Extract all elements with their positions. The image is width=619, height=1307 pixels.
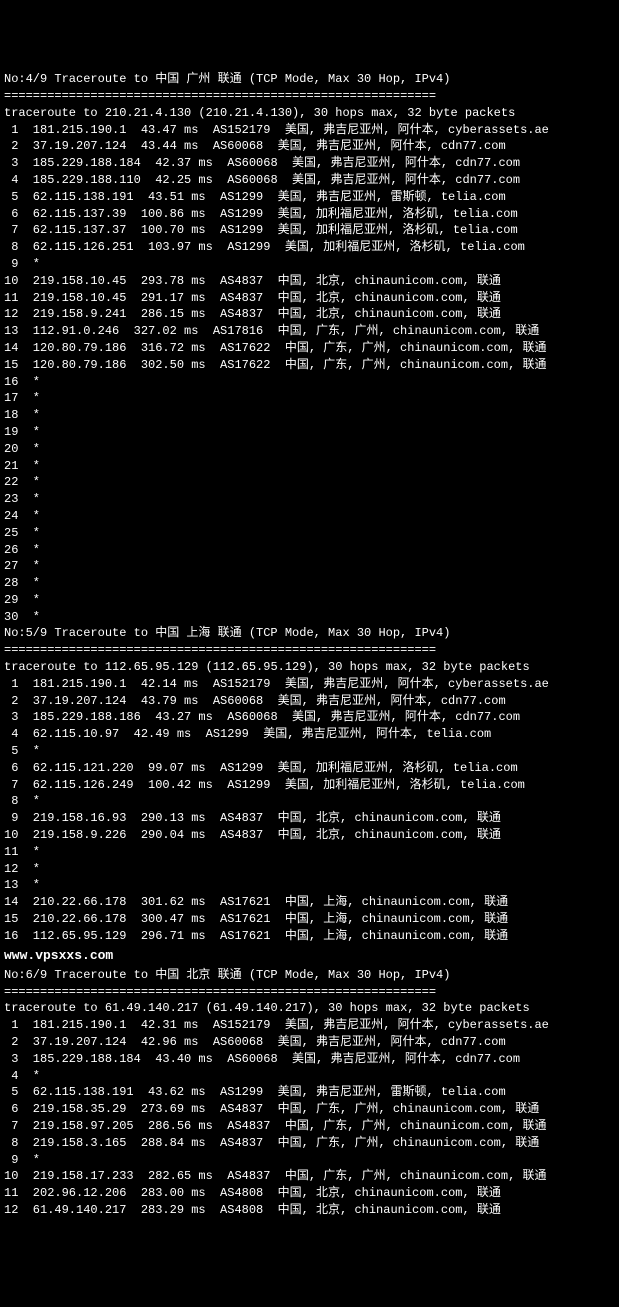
terminal-line: 4 185.229.188.110 42.25 ms AS60068 美国, 弗… — [4, 172, 615, 189]
terminal-line: 29 * — [4, 592, 615, 609]
terminal-line: 2 37.19.207.124 43.44 ms AS60068 美国, 弗吉尼… — [4, 138, 615, 155]
terminal-line: 7 219.158.97.205 286.56 ms AS4837 中国, 广东… — [4, 1118, 615, 1135]
terminal-line: 6 219.158.35.29 273.69 ms AS4837 中国, 广东,… — [4, 1101, 615, 1118]
terminal-line: traceroute to 61.49.140.217 (61.49.140.2… — [4, 1000, 615, 1017]
terminal-line: 19 * — [4, 424, 615, 441]
terminal-line: 8 * — [4, 793, 615, 810]
terminal-line: 5 62.115.138.191 43.51 ms AS1299 美国, 弗吉尼… — [4, 189, 615, 206]
terminal-line: 26 * — [4, 542, 615, 559]
terminal-line: 11 202.96.12.206 283.00 ms AS4808 中国, 北京… — [4, 1185, 615, 1202]
terminal-line: 14 120.80.79.186 316.72 ms AS17622 中国, 广… — [4, 340, 615, 357]
terminal-line: 15 120.80.79.186 302.50 ms AS17622 中国, 广… — [4, 357, 615, 374]
terminal-line: 3 185.229.188.184 43.40 ms AS60068 美国, 弗… — [4, 1051, 615, 1068]
terminal-line: 5 62.115.138.191 43.62 ms AS1299 美国, 弗吉尼… — [4, 1084, 615, 1101]
terminal-line: No:4/9 Traceroute to 中国 广州 联通 (TCP Mode,… — [4, 71, 615, 88]
terminal-line: 24 * — [4, 508, 615, 525]
terminal-line: 13 112.91.0.246 327.02 ms AS17816 中国, 广东… — [4, 323, 615, 340]
terminal-line: 28 * — [4, 575, 615, 592]
terminal-line: 12 61.49.140.217 283.29 ms AS4808 中国, 北京… — [4, 1202, 615, 1219]
terminal-line: 3 185.229.188.184 42.37 ms AS60068 美国, 弗… — [4, 155, 615, 172]
terminal-line: 15 210.22.66.178 300.47 ms AS17621 中国, 上… — [4, 911, 615, 928]
terminal-line: 12 * — [4, 861, 615, 878]
terminal-line: 5 * — [4, 743, 615, 760]
terminal-line: 14 210.22.66.178 301.62 ms AS17621 中国, 上… — [4, 894, 615, 911]
terminal-line: 11 219.158.10.45 291.17 ms AS4837 中国, 北京… — [4, 290, 615, 307]
terminal-line: No:6/9 Traceroute to 中国 北京 联通 (TCP Mode,… — [4, 967, 615, 984]
watermark-line: www.vpsxxs.com — [4, 945, 615, 967]
terminal-line: 4 62.115.10.97 42.49 ms AS1299 美国, 弗吉尼亚州… — [4, 726, 615, 743]
terminal-line: 16 112.65.95.129 296.71 ms AS17621 中国, 上… — [4, 928, 615, 945]
terminal-line: 7 62.115.126.249 100.42 ms AS1299 美国, 加利… — [4, 777, 615, 794]
terminal-line: 9 * — [4, 1152, 615, 1169]
terminal-line: 8 62.115.126.251 103.97 ms AS1299 美国, 加利… — [4, 239, 615, 256]
terminal-line: 10 219.158.10.45 293.78 ms AS4837 中国, 北京… — [4, 273, 615, 290]
terminal-line: 2 37.19.207.124 43.79 ms AS60068 美国, 弗吉尼… — [4, 693, 615, 710]
terminal-line: 23 * — [4, 491, 615, 508]
terminal-line: 11 * — [4, 844, 615, 861]
terminal-line: traceroute to 112.65.95.129 (112.65.95.1… — [4, 659, 615, 676]
terminal-line: ========================================… — [4, 642, 615, 659]
terminal-line: 1 181.215.190.1 42.14 ms AS152179 美国, 弗吉… — [4, 676, 615, 693]
terminal-line: 10 219.158.9.226 290.04 ms AS4837 中国, 北京… — [4, 827, 615, 844]
terminal-line: 9 * — [4, 256, 615, 273]
terminal-line: 13 * — [4, 877, 615, 894]
terminal-line: 20 * — [4, 441, 615, 458]
terminal-line: ========================================… — [4, 88, 615, 105]
terminal-line: 22 * — [4, 474, 615, 491]
terminal-line: 2 37.19.207.124 42.96 ms AS60068 美国, 弗吉尼… — [4, 1034, 615, 1051]
terminal-line: 30 * — [4, 609, 615, 626]
terminal-line: 8 219.158.3.165 288.84 ms AS4837 中国, 广东,… — [4, 1135, 615, 1152]
terminal-line: 6 62.115.137.39 100.86 ms AS1299 美国, 加利福… — [4, 206, 615, 223]
terminal-line: 3 185.229.188.186 43.27 ms AS60068 美国, 弗… — [4, 709, 615, 726]
terminal-line: 25 * — [4, 525, 615, 542]
terminal-line: traceroute to 210.21.4.130 (210.21.4.130… — [4, 105, 615, 122]
terminal-line: 12 219.158.9.241 286.15 ms AS4837 中国, 北京… — [4, 306, 615, 323]
terminal-line: ========================================… — [4, 984, 615, 1001]
terminal-line: 17 * — [4, 390, 615, 407]
terminal-output: No:4/9 Traceroute to 中国 广州 联通 (TCP Mode,… — [4, 71, 615, 1219]
terminal-line: 6 62.115.121.220 99.07 ms AS1299 美国, 加利福… — [4, 760, 615, 777]
terminal-line: 16 * — [4, 374, 615, 391]
terminal-line: 18 * — [4, 407, 615, 424]
terminal-line: 9 219.158.16.93 290.13 ms AS4837 中国, 北京,… — [4, 810, 615, 827]
terminal-line: 1 181.215.190.1 42.31 ms AS152179 美国, 弗吉… — [4, 1017, 615, 1034]
terminal-line: No:5/9 Traceroute to 中国 上海 联通 (TCP Mode,… — [4, 625, 615, 642]
terminal-line: 10 219.158.17.233 282.65 ms AS4837 中国, 广… — [4, 1168, 615, 1185]
terminal-line: 21 * — [4, 458, 615, 475]
terminal-line: 27 * — [4, 558, 615, 575]
terminal-line: 7 62.115.137.37 100.70 ms AS1299 美国, 加利福… — [4, 222, 615, 239]
terminal-line: 1 181.215.190.1 43.47 ms AS152179 美国, 弗吉… — [4, 122, 615, 139]
